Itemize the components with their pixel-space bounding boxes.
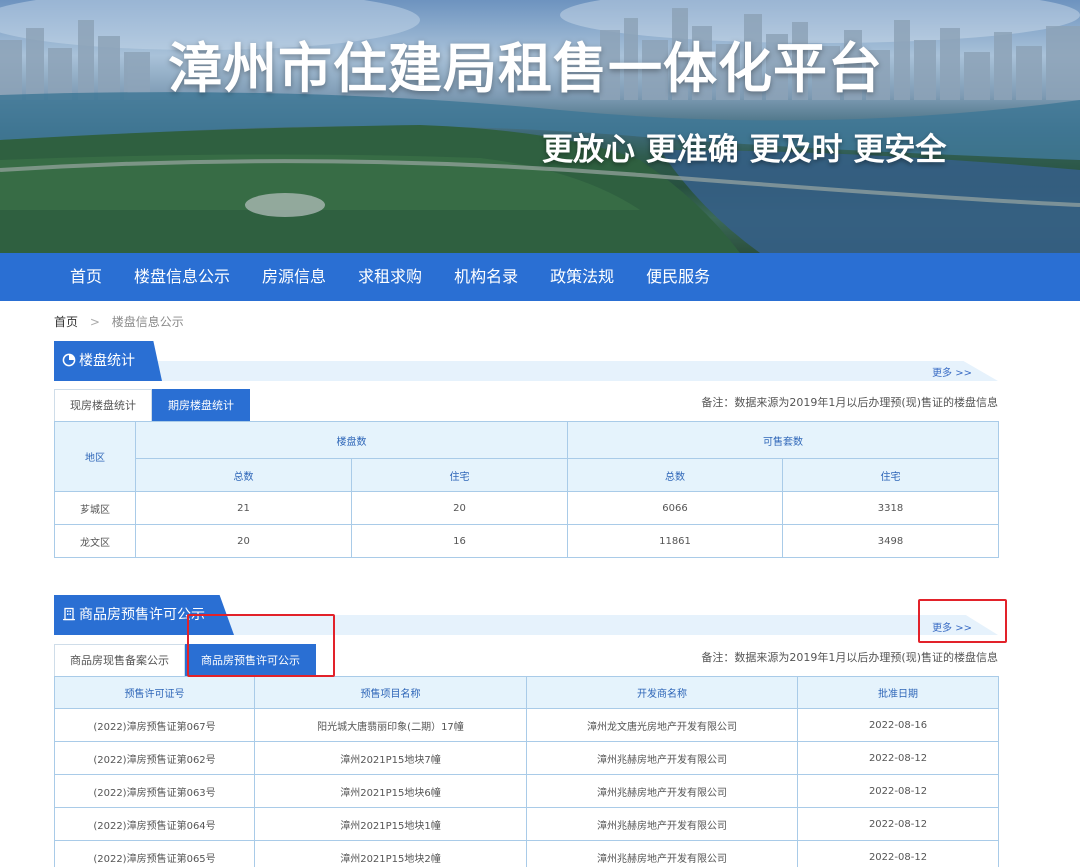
table-row[interactable]: (2022)漳房预售证第064号 漳州2021P15地块1幢 漳州兆赫房地产开发… [54,807,999,841]
section-header-strip [134,361,998,381]
nav-item-agencies[interactable]: 机构名录 [438,253,534,301]
section-title: 商品房预售许可公示 [79,607,205,623]
table-row[interactable]: (2022)漳房预售证第063号 漳州2021P15地块6幢 漳州兆赫房地产开发… [54,774,999,808]
nav-item-services[interactable]: 便民服务 [630,253,726,301]
table-row[interactable]: (2022)漳房预售证第067号 阳光城大唐翡丽印象(二期）17幢 漳州龙文唐光… [54,708,999,742]
nav-item-policies[interactable]: 政策法规 [534,253,630,301]
nav-item-rent-buy[interactable]: 求租求购 [342,253,438,301]
table-cell: 20 [351,491,568,525]
table-header: 可售套数 [567,421,999,459]
project-name[interactable]: 漳州2021P15地块1幢 [254,807,527,841]
project-name[interactable]: 阳光城大唐翡丽印象(二期）17幢 [254,708,527,742]
permit-number: (2022)漳房预售证第065号 [54,840,255,867]
tab-existing-sale-filing[interactable]: 商品房现售备案公示 [54,644,185,676]
breadcrumb-current: 楼盘信息公示 [111,315,184,329]
presale-permit-tabs: 商品房现售备案公示 商品房预售许可公示 [54,644,316,676]
tab-presale-permit[interactable]: 商品房预售许可公示 [185,644,316,676]
table-header: 地区 [54,421,136,492]
main-nav: 首页 楼盘信息公示 房源信息 求租求购 机构名录 政策法规 便民服务 [0,253,1080,301]
table-header: 住宅 [351,458,568,492]
data-source-note: 备注：数据来源为2019年1月以后办理预(现)售证的楼盘信息 [701,396,998,409]
table-header: 预售许可证号 [54,676,255,709]
table-cell: 3318 [782,491,999,525]
table-header: 总数 [567,458,783,492]
developer-name: 漳州兆赫房地产开发有限公司 [526,774,798,808]
table-header: 住宅 [782,458,999,492]
section-title: 楼盘统计 [79,353,135,369]
developer-name: 漳州龙文唐光房地产开发有限公司 [526,708,798,742]
permit-number: (2022)漳房预售证第063号 [54,774,255,808]
table-cell: 11861 [567,524,783,558]
banner: 漳州市住建局租售一体化平台 更放心 更准确 更及时 更安全 [0,0,1080,253]
more-link[interactable]: 更多 >> [932,619,972,634]
project-stats-header: 楼盘统计 更多 >> [54,341,998,381]
project-name[interactable]: 漳州2021P15地块2幢 [254,840,527,867]
section-header-strip [194,615,998,635]
project-stats-table: 地区 楼盘数 可售套数 总数 住宅 总数 住宅 芗城区 21 20 6066 3… [54,421,999,558]
table-cell: 21 [135,491,352,525]
project-stats-tabs: 现房楼盘统计 期房楼盘统计 [54,389,250,421]
table-cell: 芗城区 [54,491,136,525]
permit-number: (2022)漳房预售证第062号 [54,741,255,775]
developer-name: 漳州兆赫房地产开发有限公司 [526,741,798,775]
table-cell: 龙文区 [54,524,136,558]
tab-presale-stats[interactable]: 期房楼盘统计 [152,389,250,421]
building-icon [63,607,75,621]
table-header: 楼盘数 [135,421,568,459]
table-cell: 16 [351,524,568,558]
table-header: 总数 [135,458,352,492]
project-name[interactable]: 漳州2021P15地块6幢 [254,774,527,808]
table-header: 开发商名称 [526,676,798,709]
breadcrumb: 首页 > 楼盘信息公示 [54,313,184,330]
table-cell: 6066 [567,491,783,525]
table-row: 龙文区 20 16 11861 3498 [54,524,999,558]
presale-permit-table: 预售许可证号 预售项目名称 开发商名称 批准日期 (2022)漳房预售证第067… [54,676,999,867]
breadcrumb-separator: > [89,315,100,329]
approval-date: 2022-08-16 [797,708,999,742]
data-source-note: 备注：数据来源为2019年1月以后办理预(现)售证的楼盘信息 [701,651,998,664]
approval-date: 2022-08-12 [797,741,999,775]
section-title-tab: 楼盘统计 [54,341,162,381]
pie-chart-icon [62,353,76,367]
permit-number: (2022)漳房预售证第067号 [54,708,255,742]
approval-date: 2022-08-12 [797,807,999,841]
breadcrumb-home[interactable]: 首页 [54,315,78,329]
nav-item-home[interactable]: 首页 [54,253,118,301]
table-row[interactable]: (2022)漳房预售证第062号 漳州2021P15地块7幢 漳州兆赫房地产开发… [54,741,999,775]
site-slogan: 更放心 更准确 更及时 更安全 [542,132,947,168]
tab-existing-stats[interactable]: 现房楼盘统计 [54,389,152,421]
nav-item-project-info[interactable]: 楼盘信息公示 [118,253,246,301]
developer-name: 漳州兆赫房地产开发有限公司 [526,807,798,841]
site-title: 漳州市住建局租售一体化平台 [168,37,883,100]
table-cell: 20 [135,524,352,558]
table-header: 预售项目名称 [254,676,527,709]
project-name[interactable]: 漳州2021P15地块7幢 [254,741,527,775]
nav-item-listings[interactable]: 房源信息 [246,253,342,301]
table-cell: 3498 [782,524,999,558]
more-link[interactable]: 更多 >> [932,364,972,379]
developer-name: 漳州兆赫房地产开发有限公司 [526,840,798,867]
table-header: 批准日期 [797,676,999,709]
section-title-tab: 商品房预售许可公示 [54,595,234,635]
table-row[interactable]: (2022)漳房预售证第065号 漳州2021P15地块2幢 漳州兆赫房地产开发… [54,840,999,867]
approval-date: 2022-08-12 [797,840,999,867]
approval-date: 2022-08-12 [797,774,999,808]
permit-number: (2022)漳房预售证第064号 [54,807,255,841]
table-row: 芗城区 21 20 6066 3318 [54,491,999,525]
presale-permit-header: 商品房预售许可公示 更多 >> [54,595,998,635]
